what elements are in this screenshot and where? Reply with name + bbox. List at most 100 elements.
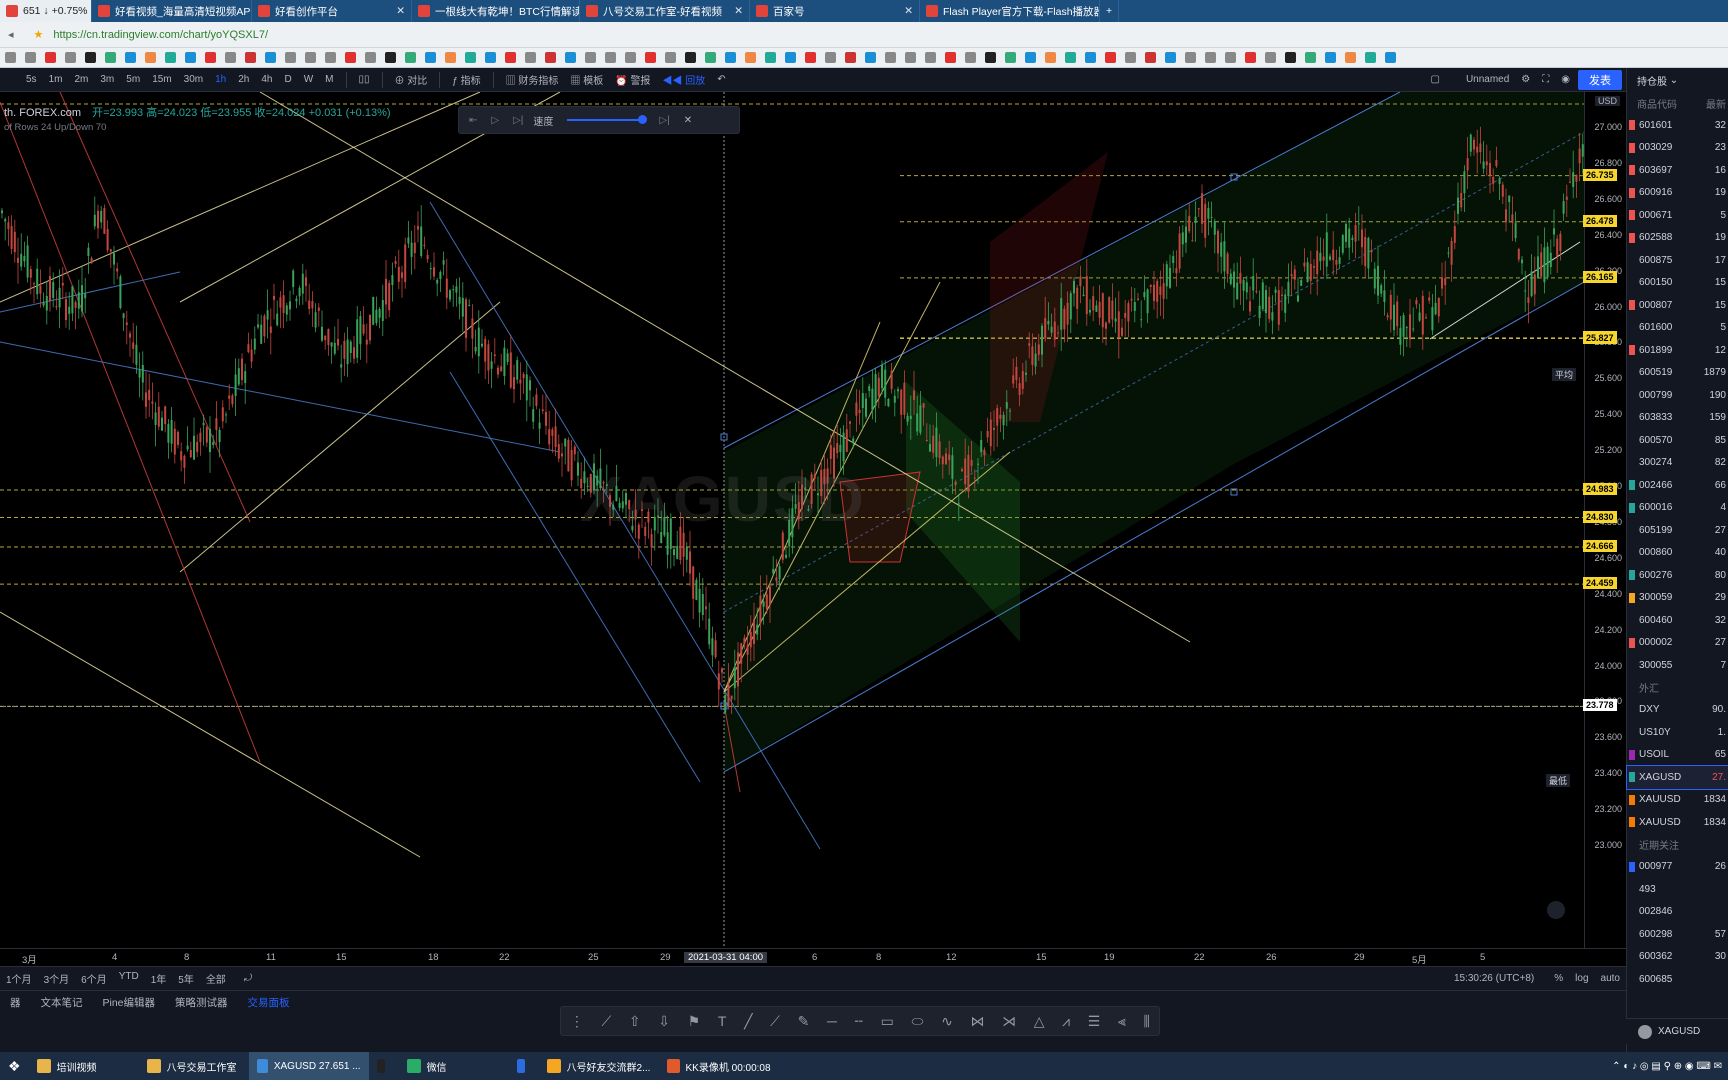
taskbar-item[interactable]: 培训视频	[29, 1052, 139, 1080]
bookmark-icon[interactable]	[485, 52, 496, 63]
bookmark-icon[interactable]	[385, 52, 396, 63]
flag-icon[interactable]	[1629, 142, 1635, 153]
flag-icon[interactable]	[1629, 300, 1635, 310]
taskbar-item[interactable]: 八号交易工作室	[139, 1052, 249, 1080]
taskbar-item[interactable]: KK录像机 00:00:08	[659, 1052, 779, 1080]
timeframe-15m[interactable]: 15m	[146, 74, 177, 85]
watchlist-row[interactable]: DXY 90.	[1627, 699, 1728, 722]
bookmark-icon[interactable]	[1305, 52, 1316, 63]
trend-line[interactable]	[449, 371, 701, 783]
bookmark-icon[interactable]	[985, 52, 996, 63]
watchlist-row[interactable]: 601600 5	[1627, 317, 1728, 340]
bookmark-icon[interactable]	[1325, 52, 1336, 63]
back-icon[interactable]: ◂	[8, 28, 14, 41]
bookmark-icon[interactable]	[5, 52, 16, 63]
bookmark-icon[interactable]	[765, 52, 776, 63]
arrow-down-icon[interactable]: ⇩	[658, 1013, 670, 1030]
watchlist-row[interactable]: 600916 19	[1627, 182, 1728, 205]
bookmark-icon[interactable]	[405, 52, 416, 63]
bookmark-icon[interactable]	[845, 52, 856, 63]
watchlist-row[interactable]: 300055 7	[1627, 654, 1728, 677]
speed-slider[interactable]	[567, 115, 648, 124]
watchlist-row[interactable]: 300059 29	[1627, 587, 1728, 610]
line-icon[interactable]: ╱	[744, 1013, 752, 1030]
browser-tab[interactable]: 一根线大有乾坤！BTC行情解读及做...✕	[412, 0, 580, 22]
pattern-icon[interactable]: ⋈	[970, 1013, 984, 1030]
bookmark-icon[interactable]	[585, 52, 596, 63]
watchlist-row[interactable]: 605199 27	[1627, 519, 1728, 542]
col-last[interactable]: 最新	[1706, 96, 1726, 111]
bookmark-icon[interactable]	[465, 52, 476, 63]
symbol-label[interactable]: th. FOREX.com	[4, 107, 81, 119]
watchlist-row[interactable]: 600460 32	[1627, 609, 1728, 632]
range-button[interactable]: 5年	[172, 971, 200, 986]
layout-icon[interactable]: ▢	[1430, 74, 1439, 85]
bookmark-icon[interactable]	[825, 52, 836, 63]
fib-icon[interactable]: ☰	[1088, 1013, 1101, 1030]
watchlist-row[interactable]: 600362 30	[1627, 946, 1728, 969]
speed-knob[interactable]	[638, 115, 648, 124]
timeframe-1m[interactable]: 1m	[43, 74, 69, 85]
elliott-icon[interactable]: ⩘	[1062, 1013, 1070, 1030]
bookmark-icon[interactable]	[725, 52, 736, 63]
bookmark-icon[interactable]	[425, 52, 436, 63]
timeframe-D[interactable]: D	[278, 74, 297, 85]
bookmark-icon[interactable]	[1265, 52, 1276, 63]
flag-icon[interactable]	[1629, 637, 1635, 648]
flag-icon[interactable]	[1629, 187, 1635, 198]
watchlist-row[interactable]: XAGUSD 27.	[1626, 765, 1728, 790]
jump-icon[interactable]: ▷|	[659, 115, 669, 126]
flag-icon[interactable]	[1629, 345, 1635, 355]
flag-icon[interactable]	[1629, 570, 1635, 580]
bookmark-icon[interactable]	[1185, 52, 1196, 63]
range-button[interactable]: YTD	[113, 971, 145, 986]
range-button[interactable]: 全部	[200, 971, 232, 986]
bookmark-icon[interactable]	[565, 52, 576, 63]
bookmark-icon[interactable]	[145, 52, 156, 63]
watchlist-row[interactable]: XAUUSD 1834	[1627, 789, 1728, 812]
close-icon[interactable]: ✕	[684, 115, 692, 126]
bookmark-icon[interactable]	[805, 52, 816, 63]
bookmark-icon[interactable]	[225, 52, 236, 63]
watchlist-row[interactable]: 600150 15	[1627, 272, 1728, 295]
watchlist-row[interactable]: XAUUSD 1834	[1627, 811, 1728, 834]
watchlist-row[interactable]: 493	[1627, 878, 1728, 901]
bookmark-icon[interactable]	[1345, 52, 1356, 63]
bookmark-icon[interactable]	[1065, 52, 1076, 63]
watchlist-row[interactable]: 600298 57	[1627, 923, 1728, 946]
trend-line[interactable]	[179, 301, 501, 573]
watchlist-row[interactable]: 600276 80	[1627, 564, 1728, 587]
bookmark-icon[interactable]	[1105, 52, 1116, 63]
flag-icon[interactable]	[1629, 210, 1635, 220]
bookmark-icon[interactable]	[1125, 52, 1136, 63]
browser-tab[interactable]: 651 ↓ +0.75% Unna✕	[0, 0, 92, 22]
tab-close-icon[interactable]: ✕	[898, 5, 913, 17]
watchlist-row[interactable]: 601601 32	[1627, 114, 1728, 137]
bookmark-icon[interactable]	[65, 52, 76, 63]
timeframe-4h[interactable]: 4h	[255, 74, 278, 85]
bookmark-icon[interactable]	[1025, 52, 1036, 63]
watchlist-row[interactable]: 600875 17	[1627, 249, 1728, 272]
hray-icon[interactable]: ╌	[855, 1013, 863, 1030]
bookmark-icon[interactable]	[25, 52, 36, 63]
bottom-tab[interactable]: 文本笔记	[31, 995, 93, 1010]
fullscreen-icon[interactable]: ⛶	[1536, 74, 1555, 85]
watchlist-row[interactable]: 600570 85	[1627, 429, 1728, 452]
watchlist-row[interactable]: 000671 5	[1627, 204, 1728, 227]
bookmark-icon[interactable]	[365, 52, 376, 63]
bookmark-icon[interactable]	[645, 52, 656, 63]
taskbar-item[interactable]	[369, 1052, 399, 1080]
watchlist-row[interactable]: 000977 26	[1627, 856, 1728, 879]
range-button[interactable]: 3个月	[38, 971, 76, 986]
gann-icon[interactable]: ⫼	[1143, 1013, 1149, 1030]
watchlist-row[interactable]: 600016 4	[1627, 497, 1728, 520]
bookmark-icon[interactable]	[1085, 52, 1096, 63]
bookmark-icon[interactable]	[605, 52, 616, 63]
star-icon[interactable]: ★	[34, 28, 44, 41]
trend-line[interactable]	[0, 341, 561, 453]
tab-close-icon[interactable]: ✕	[390, 5, 405, 17]
parallel-channel[interactable]	[724, 92, 1584, 772]
timeframe-1h[interactable]: 1h	[209, 74, 232, 85]
timeframe-5m[interactable]: 5m	[120, 74, 146, 85]
flag-icon[interactable]	[1629, 480, 1635, 490]
